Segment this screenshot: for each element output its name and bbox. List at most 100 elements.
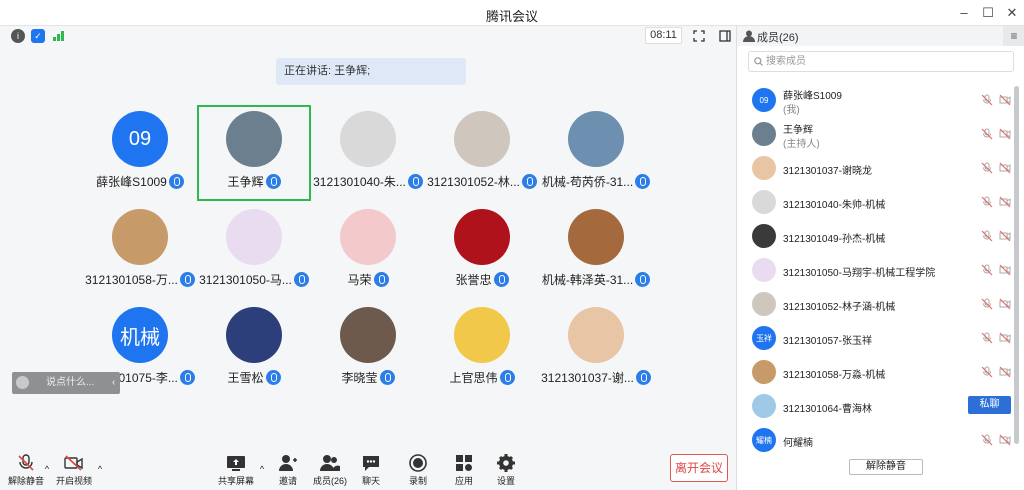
participant-name: 上官思伟 bbox=[449, 371, 498, 385]
invite-button[interactable]: 邀请 bbox=[268, 454, 308, 487]
member-name: 3121301050-马翔宇-机械工程学院 bbox=[783, 268, 936, 279]
member-camera-off-icon[interactable] bbox=[999, 94, 1011, 106]
member-mic-muted-icon[interactable] bbox=[981, 434, 993, 446]
participant-name-row: 3121301037-谢... bbox=[529, 369, 663, 386]
participant-avatar bbox=[112, 209, 168, 265]
panel-menu-icon[interactable]: ≡ bbox=[1003, 26, 1024, 46]
mic-icon bbox=[493, 272, 509, 287]
members-icon bbox=[320, 455, 340, 471]
participant-tile[interactable]: 3121301037-谢... bbox=[539, 302, 653, 398]
member-search-placeholder: 搜索成员 bbox=[766, 56, 806, 67]
info-icon[interactable]: i bbox=[11, 29, 25, 43]
share-screen-button[interactable]: 共享屏幕 bbox=[216, 454, 256, 487]
participant-name: 3121301050-马... bbox=[199, 273, 292, 287]
member-row[interactable]: 王争辉 (主持人) bbox=[737, 120, 1024, 150]
member-row[interactable]: 3121301058-万淼-机械 bbox=[737, 358, 1024, 388]
participant-tile[interactable]: 3121301058-万... bbox=[83, 204, 197, 300]
participant-name: 3121301058-万... bbox=[85, 273, 178, 287]
participant-tile[interactable]: 王争辉 bbox=[197, 106, 311, 202]
member-row[interactable]: 3121301040-朱帅-机械 bbox=[737, 188, 1024, 218]
member-camera-off-icon[interactable] bbox=[999, 298, 1011, 310]
participant-name: 3121301040-朱... bbox=[313, 175, 406, 189]
member-mic-muted-icon[interactable] bbox=[981, 298, 993, 310]
member-camera-off-icon[interactable] bbox=[999, 162, 1011, 174]
record-button[interactable]: 录制 bbox=[398, 454, 438, 487]
chat-button[interactable]: 聊天 bbox=[351, 454, 391, 487]
search-icon bbox=[754, 57, 763, 66]
audio-options-chevron[interactable]: ^ bbox=[40, 464, 54, 474]
member-row[interactable]: 耀楠 何耀楠 bbox=[737, 426, 1024, 456]
chat-placeholder: 说点什么... bbox=[46, 377, 95, 388]
mic-icon bbox=[168, 174, 184, 189]
member-mic-muted-icon[interactable] bbox=[981, 332, 993, 344]
member-list-scrollbar[interactable] bbox=[1014, 86, 1019, 444]
participant-tile[interactable]: 王雪松 bbox=[197, 302, 311, 398]
member-camera-off-icon[interactable] bbox=[999, 332, 1011, 344]
signal-icon[interactable] bbox=[52, 29, 66, 43]
collapse-chat-icon[interactable]: ‹ bbox=[112, 372, 115, 394]
private-chat-button[interactable]: 私聊 bbox=[968, 396, 1011, 414]
settings-button[interactable]: 设置 bbox=[486, 454, 526, 487]
share-options-chevron[interactable]: ^ bbox=[255, 464, 269, 474]
record-icon bbox=[409, 454, 427, 472]
member-camera-off-icon[interactable] bbox=[999, 230, 1011, 242]
participant-avatar bbox=[568, 307, 624, 363]
layout-toggle-icon[interactable] bbox=[718, 29, 732, 43]
participant-tile[interactable]: 张誉忠 bbox=[425, 204, 539, 300]
participant-avatar: 机械 bbox=[112, 307, 168, 363]
shield-icon[interactable]: ✓ bbox=[31, 29, 45, 43]
leave-meeting-button[interactable]: 离开会议 bbox=[670, 454, 728, 482]
member-row[interactable]: 09 薛张峰S1009 (我) bbox=[737, 86, 1024, 116]
participant-avatar bbox=[568, 209, 624, 265]
participant-tile[interactable]: 3121301050-马... bbox=[197, 204, 311, 300]
member-camera-off-icon[interactable] bbox=[999, 434, 1011, 446]
member-row[interactable]: 3121301049-孙杰-机械 bbox=[737, 222, 1024, 252]
record-label: 录制 bbox=[408, 476, 427, 486]
participant-name: 李晓莹 bbox=[341, 371, 378, 385]
participant-tile[interactable]: 机械-苟芮侨-31... bbox=[539, 106, 653, 202]
participant-name-row: 机械-苟芮侨-31... bbox=[529, 173, 663, 190]
participant-tile[interactable]: 09 薛张峰S1009 bbox=[83, 106, 197, 202]
member-search-input[interactable]: 搜索成员 bbox=[748, 51, 1014, 72]
participant-tile[interactable]: 机械-韩泽英-31... bbox=[539, 204, 653, 300]
participant-tile[interactable]: 马荣 bbox=[311, 204, 425, 300]
member-name: 3121301040-朱帅-机械 bbox=[783, 200, 886, 211]
invite-label: 邀请 bbox=[278, 476, 297, 486]
member-mic-muted-icon[interactable] bbox=[981, 366, 993, 378]
member-row[interactable]: 3121301037-谢晓龙 bbox=[737, 154, 1024, 184]
maximize-button[interactable]: ☐ bbox=[977, 3, 999, 23]
member-mic-muted-icon[interactable] bbox=[981, 162, 993, 174]
start-video-button[interactable]: 开启视频 bbox=[54, 454, 94, 487]
unmute-all-button[interactable]: 解除静音 bbox=[849, 459, 923, 475]
member-mic-muted-icon[interactable] bbox=[981, 128, 993, 140]
chat-label: 聊天 bbox=[361, 476, 380, 486]
member-mic-muted-icon[interactable] bbox=[981, 94, 993, 106]
member-camera-off-icon[interactable] bbox=[999, 128, 1011, 140]
member-row[interactable]: 3121301050-马翔宇-机械工程学院 bbox=[737, 256, 1024, 286]
camera-off-icon bbox=[64, 455, 83, 471]
minimize-button[interactable]: – bbox=[953, 3, 975, 23]
close-button[interactable]: ✕ bbox=[1001, 3, 1023, 23]
participant-tile[interactable]: 3121301040-朱... bbox=[311, 106, 425, 202]
video-options-chevron[interactable]: ^ bbox=[93, 464, 107, 474]
members-button[interactable]: 成员(26) bbox=[310, 454, 350, 487]
participant-name: 薛张峰S1009 bbox=[96, 175, 167, 189]
chat-input[interactable]: 说点什么... ‹ bbox=[12, 372, 120, 394]
participant-tile[interactable]: 3121301052-林... bbox=[425, 106, 539, 202]
member-row[interactable]: 玉祥 3121301057-张玉祥 bbox=[737, 324, 1024, 354]
member-mic-muted-icon[interactable] bbox=[981, 264, 993, 276]
member-row[interactable]: 3121301064-曹海林 私聊 bbox=[737, 392, 1024, 422]
participant-avatar bbox=[454, 111, 510, 167]
gear-icon bbox=[497, 454, 515, 472]
emoji-icon[interactable] bbox=[16, 376, 29, 389]
apps-button[interactable]: 应用 bbox=[444, 454, 484, 487]
member-mic-muted-icon[interactable] bbox=[981, 230, 993, 242]
member-row[interactable]: 3121301052-林子涵-机械 bbox=[737, 290, 1024, 320]
member-camera-off-icon[interactable] bbox=[999, 196, 1011, 208]
member-camera-off-icon[interactable] bbox=[999, 264, 1011, 276]
participant-tile[interactable]: 上官思伟 bbox=[425, 302, 539, 398]
participant-tile[interactable]: 李晓莹 bbox=[311, 302, 425, 398]
fullscreen-icon[interactable] bbox=[692, 29, 706, 43]
member-mic-muted-icon[interactable] bbox=[981, 196, 993, 208]
member-camera-off-icon[interactable] bbox=[999, 366, 1011, 378]
